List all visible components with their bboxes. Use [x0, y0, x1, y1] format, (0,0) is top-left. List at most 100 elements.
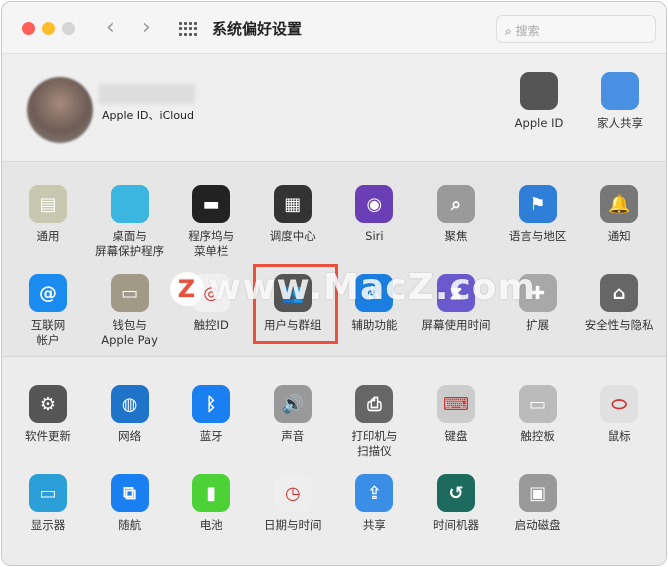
minimize-button[interactable]	[42, 22, 55, 35]
pane-sharing[interactable]: ⇪ 共享	[333, 474, 415, 533]
apple-icon	[520, 72, 558, 110]
siri-icon: ◉	[355, 185, 394, 223]
pane-label: 桌面与 屏幕保护程序	[95, 229, 165, 258]
pane-trackpad[interactable]: ▭ 触控板	[497, 385, 579, 444]
pane-bluetooth[interactable]: ᛒ 蓝牙	[170, 385, 252, 444]
pane-label: 键盘	[444, 429, 468, 443]
pane-printer[interactable]: ⎙ 打印机与 扫描仪	[333, 385, 415, 459]
internet-accounts-icon: @	[29, 274, 67, 312]
pane-label: 日期与时间	[264, 518, 322, 532]
software-update-icon: ⚙	[29, 385, 67, 423]
pane-label: 家人共享	[597, 116, 643, 130]
pane-mission-control[interactable]: ▦ 调度中心	[252, 185, 334, 244]
pane-label: 声音	[281, 429, 305, 443]
watermark-text: www.MacZ.com	[208, 267, 536, 308]
pane-startup-disk[interactable]: ▣ 启动磁盘	[497, 474, 579, 533]
keyboard-icon: ⌨	[437, 385, 475, 423]
displays-icon: ▭	[29, 474, 67, 512]
pane-spotlight[interactable]: ⌕ 聚焦	[415, 185, 497, 244]
sound-icon: 🔊	[273, 385, 312, 423]
pane-label: 辅助功能	[351, 318, 398, 332]
pane-sound[interactable]: 🔊 声音	[252, 385, 334, 444]
pane-label: 打印机与 扫描仪	[351, 429, 398, 458]
mouse-icon: ⬭	[600, 385, 639, 423]
mission-control-icon: ▦	[273, 185, 312, 223]
notifications-icon: 🔔	[600, 185, 639, 223]
pane-family[interactable]: 家人共享	[579, 72, 661, 131]
forward-button[interactable]: ›	[142, 15, 151, 40]
spotlight-icon: ⌕	[437, 185, 475, 223]
battery-icon: ▮	[192, 474, 231, 512]
account-subtitle: Apple ID、iCloud	[102, 109, 195, 122]
pane-apple[interactable]: Apple ID	[498, 72, 580, 131]
pane-label: 调度中心	[269, 229, 316, 243]
desktop-icon	[110, 185, 149, 223]
bluetooth-icon: ᛒ	[192, 385, 231, 423]
pane-label: 触控板	[520, 429, 555, 443]
pane-label: 时间机器	[433, 518, 479, 532]
pane-label: 语言与地区	[508, 229, 567, 243]
window-title: 系统偏好设置	[212, 20, 303, 38]
general-icon: ▤	[29, 185, 67, 223]
pane-label: 程序坞与 菜单栏	[188, 229, 235, 258]
family-icon	[601, 72, 639, 110]
pane-language[interactable]: ⚑ 语言与地区	[497, 185, 579, 244]
date-time-icon: ◷	[273, 474, 312, 512]
watermark-logo: Z	[170, 272, 204, 306]
show-all-grid-icon[interactable]	[179, 22, 197, 36]
close-button[interactable]	[22, 22, 35, 35]
dock-icon: ▬	[192, 185, 231, 223]
time-machine-icon: ↺	[437, 474, 475, 512]
pane-siri[interactable]: ◉ Siri	[333, 185, 415, 244]
pane-label: 启动磁盘	[514, 518, 561, 532]
pane-label: 蓝牙	[199, 429, 223, 443]
pane-label: 屏幕使用时间	[421, 318, 491, 332]
pane-label: 触控ID	[193, 318, 229, 332]
pane-label: 互联网 帐户	[30, 318, 66, 347]
pane-sidecar[interactable]: ⧉ 随航	[89, 474, 171, 533]
pane-label: 随航	[118, 518, 142, 532]
pane-network[interactable]: ◍ 网络	[89, 385, 171, 444]
pane-internet-accounts[interactable]: @ 互联网 帐户	[7, 274, 89, 348]
sidecar-icon: ⧉	[110, 474, 149, 512]
pane-time-machine[interactable]: ↺ 时间机器	[415, 474, 497, 533]
pane-label: 安全性与隐私	[584, 318, 654, 332]
wallet-icon: ▭	[110, 274, 149, 312]
pane-label: Apple ID	[514, 116, 564, 130]
pane-battery[interactable]: ▮ 电池	[170, 474, 252, 533]
watermark: Zwww.MacZ.com	[170, 267, 536, 308]
pane-keyboard[interactable]: ⌨ 键盘	[415, 385, 497, 444]
pane-date-time[interactable]: ◷ 日期与时间	[252, 474, 334, 533]
pane-label: 显示器	[30, 518, 66, 532]
language-icon: ⚑	[518, 185, 557, 223]
system-preferences-window: ‹ › 系统偏好设置 ⌕ 搜索 Apple ID、iCloud Apple ID…	[1, 1, 667, 566]
search-icon: ⌕	[505, 24, 512, 38]
pane-label: 扩展	[526, 318, 550, 332]
pane-wallet[interactable]: ▭ 钱包与 Apple Pay	[89, 274, 171, 348]
pane-label: 钱包与 Apple Pay	[101, 318, 158, 347]
pane-desktop[interactable]: 桌面与 屏幕保护程序	[89, 185, 171, 259]
pane-mouse[interactable]: ⬭ 鼠标	[578, 385, 660, 444]
pane-dock[interactable]: ▬ 程序坞与 菜单栏	[170, 185, 252, 259]
trackpad-icon: ▭	[518, 385, 557, 423]
startup-disk-icon: ▣	[518, 474, 557, 512]
pane-notifications[interactable]: 🔔 通知	[578, 185, 660, 244]
pane-security[interactable]: ⌂ 安全性与隐私	[578, 274, 660, 333]
search-placeholder: 搜索	[515, 24, 540, 38]
avatar[interactable]	[27, 77, 93, 143]
search-input[interactable]: ⌕ 搜索	[496, 15, 656, 43]
pane-label: 软件更新	[25, 429, 71, 443]
sharing-icon: ⇪	[355, 474, 394, 512]
pane-displays[interactable]: ▭ 显示器	[7, 474, 89, 533]
pane-label: 鼠标	[607, 429, 631, 443]
security-icon: ⌂	[600, 274, 639, 312]
pane-software-update[interactable]: ⚙ 软件更新	[7, 385, 89, 444]
zoom-button[interactable]	[62, 22, 75, 35]
pane-general[interactable]: ▤ 通用	[7, 185, 89, 244]
printer-icon: ⎙	[355, 385, 394, 423]
pane-label: Siri	[365, 229, 384, 243]
pane-label: 网络	[118, 429, 142, 443]
pane-label: 聚焦	[444, 229, 468, 243]
pane-label: 电池	[199, 518, 223, 532]
back-button[interactable]: ‹	[106, 15, 115, 40]
